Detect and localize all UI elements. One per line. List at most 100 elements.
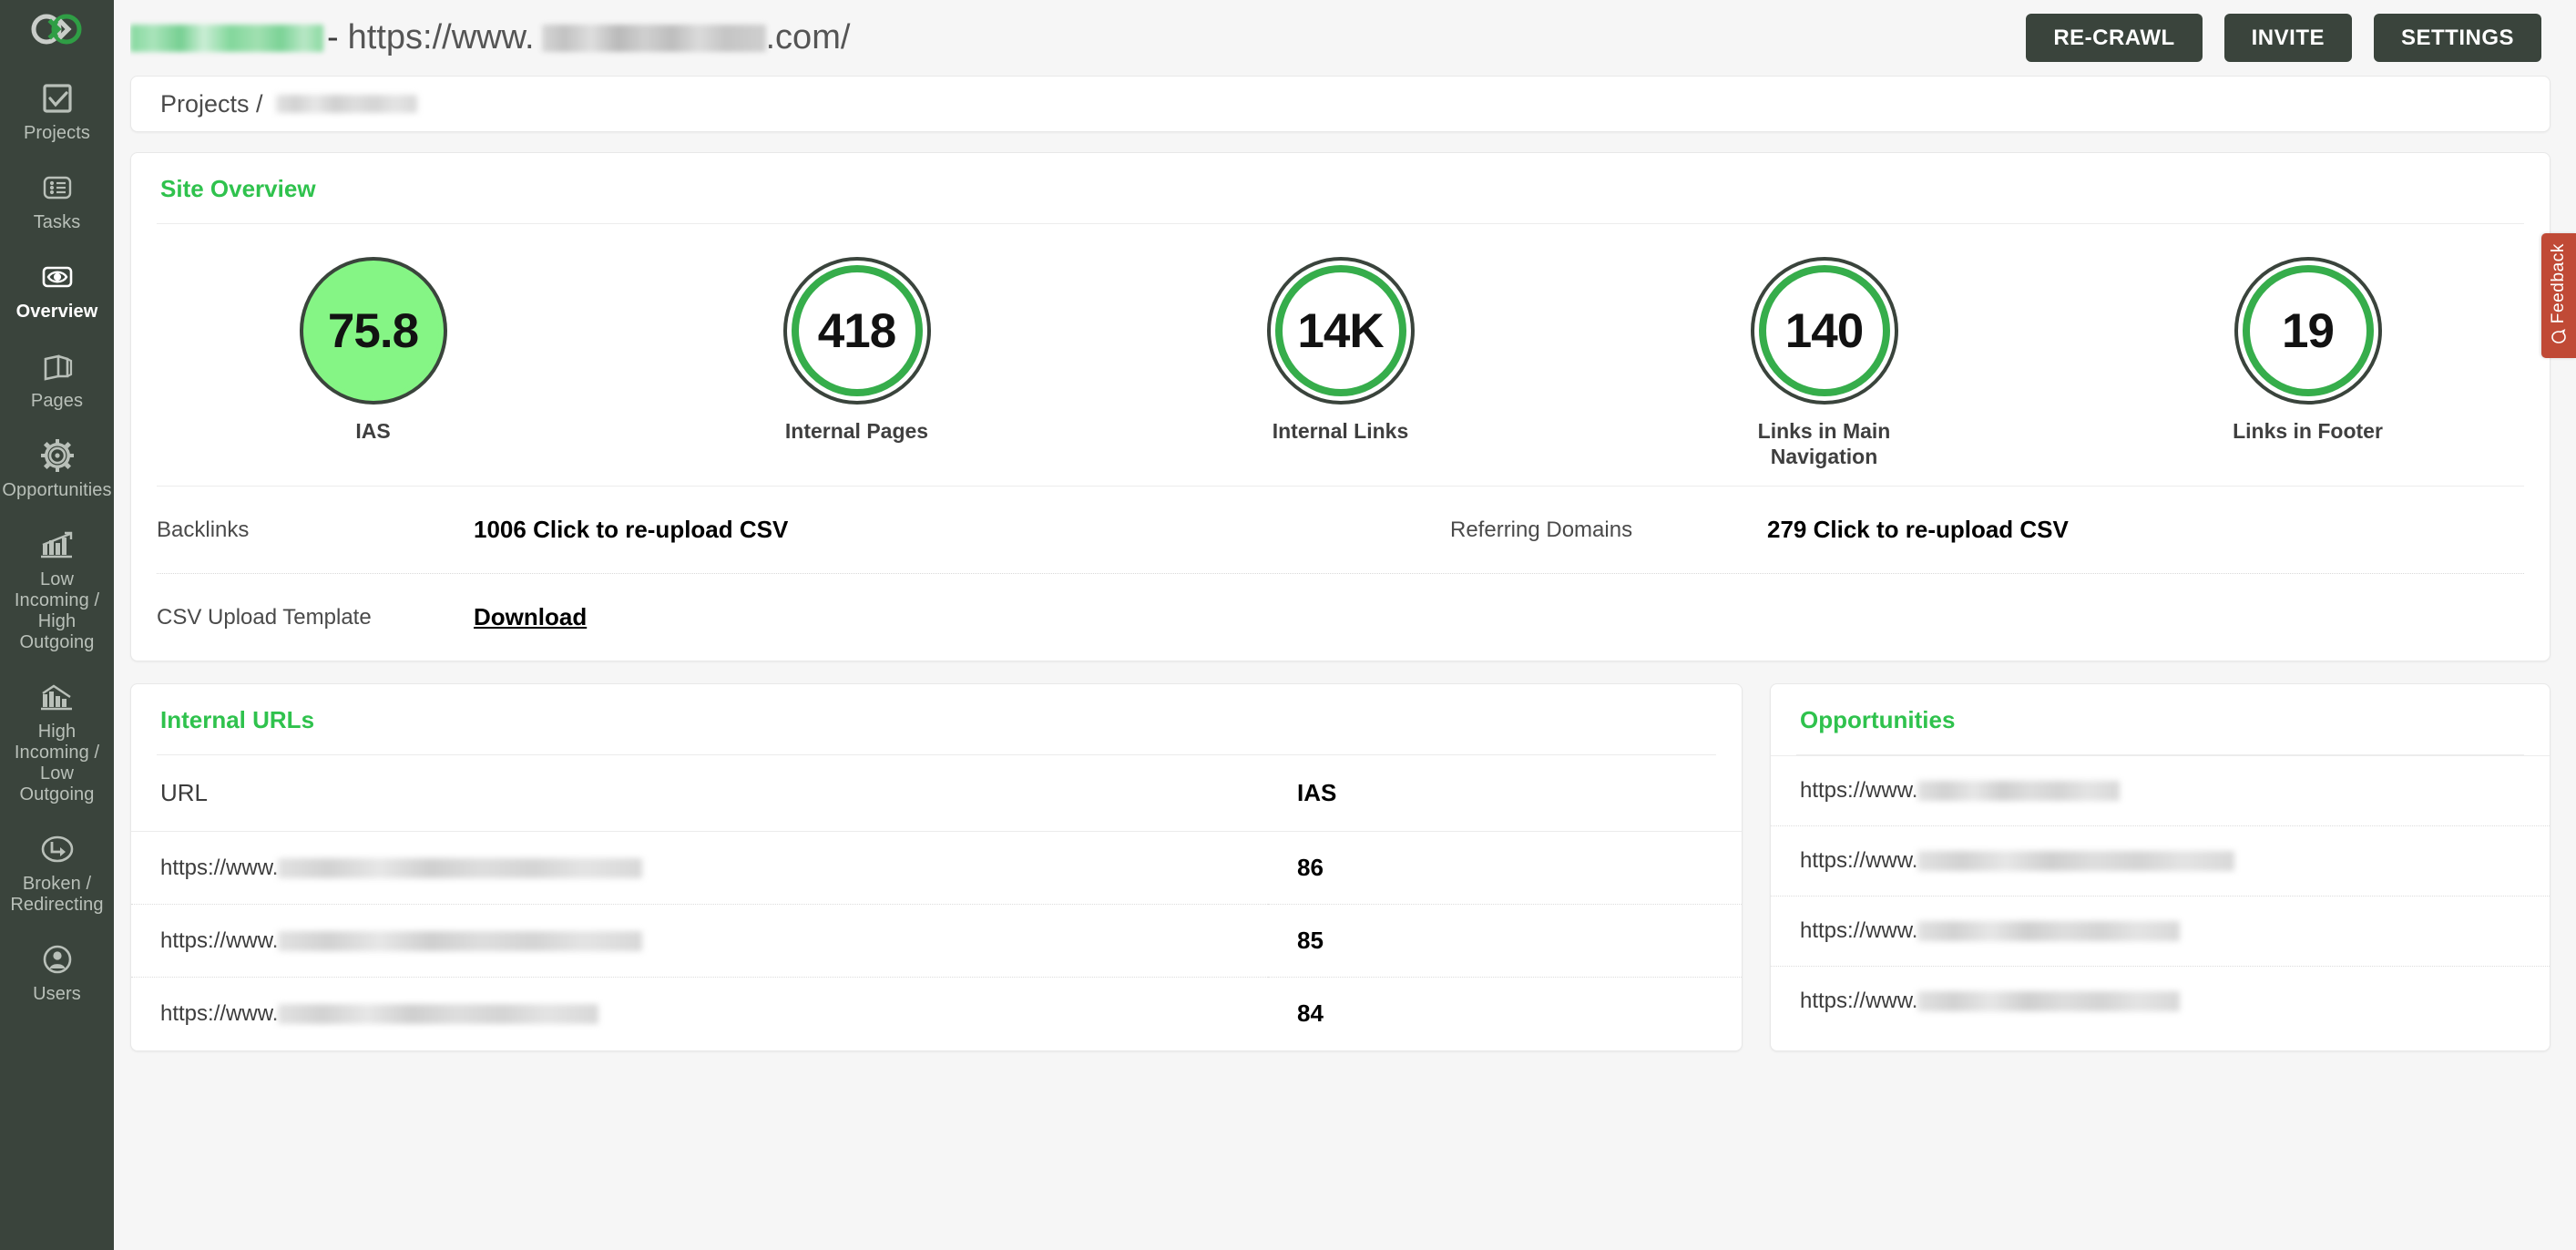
metric-internal-links[interactable]: 14K Internal Links — [1099, 257, 1582, 444]
url-redacted — [1917, 991, 2181, 1011]
sidebar-item-label: Overview — [15, 302, 98, 322]
table-row[interactable]: https://www. 86 — [131, 831, 1742, 905]
list-item[interactable]: https://www. — [1771, 966, 2550, 1036]
sidebar-item-label: Projects — [23, 123, 91, 143]
gauge-circle: 418 — [782, 257, 931, 405]
url-prefix: https://www. — [1800, 848, 1918, 873]
gauge-circle: 14K — [1266, 257, 1415, 405]
gear-icon — [36, 436, 78, 475]
topbar: - https://www. .com/ RE-CRAWL INVITE SET… — [114, 0, 2576, 76]
sidebar-item-label: Users — [33, 984, 81, 1004]
gauge-value: 418 — [817, 303, 896, 358]
url-redacted — [278, 857, 643, 878]
internal-urls-card: Internal URLs URL IAS https://www. 86 ht… — [130, 683, 1743, 1051]
gauge-value: 19 — [2282, 303, 2335, 358]
pages-icon — [36, 347, 78, 385]
url-prefix: https://www. — [160, 855, 279, 880]
opportunities-card: Opportunities https://www. https://www. … — [1770, 683, 2550, 1051]
sidebar-item-label: Low Incoming / High Outgoing — [14, 569, 100, 652]
sidebar-item-opportunities[interactable]: Opportunities — [0, 425, 114, 514]
breadcrumb: Projects / — [130, 76, 2550, 132]
re-crawl-button[interactable]: RE-CRAWL — [2026, 14, 2203, 62]
bar-chart-down-icon — [36, 678, 78, 716]
download-template-link[interactable]: Download — [474, 603, 587, 631]
title-url-prefix: https://www. — [347, 18, 535, 56]
column-header-url[interactable]: URL — [131, 755, 1268, 832]
breadcrumb-current-redacted — [275, 95, 417, 113]
bottom-panels: Internal URLs URL IAS https://www. 86 ht… — [130, 683, 2550, 1051]
feedback-tab[interactable]: Feedback — [2541, 233, 2576, 358]
sidebar-item-high-incoming-low-outgoing[interactable]: High Incoming / Low Outgoing — [0, 666, 114, 818]
gauge-value: 14K — [1297, 303, 1384, 358]
table-row[interactable]: https://www. 85 — [131, 904, 1742, 978]
sidebar-item-projects[interactable]: Projects — [0, 67, 114, 157]
topbar-actions: RE-CRAWL INVITE SETTINGS — [2026, 14, 2541, 62]
row-ias-value: 84 — [1268, 977, 1742, 1050]
internal-urls-title: Internal URLs — [160, 706, 315, 733]
opportunities-title: Opportunities — [1800, 706, 1956, 733]
url-redacted — [1917, 851, 2235, 871]
domain-redacted — [541, 24, 766, 52]
gauge-label: Links in Main Navigation — [1757, 419, 1891, 468]
backlinks-upload-link[interactable]: 1006 Click to re-upload CSV — [474, 516, 1450, 544]
sidebar-item-label: Pages — [30, 391, 84, 411]
title-url-suffix: .com/ — [765, 18, 851, 56]
metric-ias[interactable]: 75.8 IAS — [131, 257, 615, 444]
csv-template-label: CSV Upload Template — [157, 604, 372, 630]
metric-links-in-main-navigation[interactable]: 140 Links in Main Navigation — [1582, 257, 2066, 469]
url-redacted — [1917, 921, 2181, 941]
opportunities-list: https://www. https://www. https://www. h… — [1771, 755, 2550, 1036]
row-ias-value: 85 — [1268, 904, 1742, 978]
checkbox-icon — [36, 79, 78, 118]
sidebar-item-label: Opportunities — [2, 480, 112, 500]
sidebar-item-low-incoming-high-outgoing[interactable]: Low Incoming / High Outgoing — [0, 514, 114, 666]
settings-button[interactable]: SETTINGS — [2373, 14, 2541, 62]
main-area: - https://www. .com/ RE-CRAWL INVITE SET… — [114, 0, 2576, 1250]
column-header-ias[interactable]: IAS — [1268, 755, 1742, 832]
page-title: - https://www. .com/ — [130, 18, 2026, 57]
sidebar-item-overview[interactable]: Overview — [0, 246, 114, 335]
csv-template-row: CSV Upload Template Download — [131, 574, 2550, 661]
interlocking-links-logo-icon — [31, 14, 81, 45]
referring-domains-upload-link[interactable]: 279 Click to re-upload CSV — [1767, 516, 2069, 544]
project-name-redacted — [130, 24, 323, 52]
list-item[interactable]: https://www. — [1771, 825, 2550, 896]
metric-internal-pages[interactable]: 418 Internal Pages — [615, 257, 1099, 444]
sidebar-item-users[interactable]: Users — [0, 928, 114, 1018]
url-redacted — [1917, 781, 2121, 801]
gauge-circle: 19 — [2234, 257, 2382, 405]
sidebar-item-broken-redirecting[interactable]: Broken / Redirecting — [0, 818, 114, 928]
url-prefix: https://www. — [160, 1000, 279, 1026]
sidebar-item-label: High Incoming / Low Outgoing — [14, 722, 100, 804]
gauge-label: IAS — [355, 419, 391, 443]
bar-chart-up-icon — [36, 526, 78, 564]
table-header-row: URL IAS — [131, 755, 1742, 832]
gauge-label: Internal Pages — [784, 419, 929, 443]
user-icon — [36, 940, 78, 978]
gauge-circle: 75.8 — [299, 257, 447, 405]
metric-links-in-footer[interactable]: 19 Links in Footer — [2066, 257, 2550, 444]
url-redacted — [278, 1003, 599, 1024]
gauge-value: 75.8 — [327, 303, 419, 358]
table-row[interactable]: https://www. 84 — [131, 977, 1742, 1050]
internal-urls-table: URL IAS https://www. 86 https://www. 85 … — [131, 755, 1742, 1050]
list-item[interactable]: https://www. — [1771, 896, 2550, 966]
list-item[interactable]: https://www. — [1771, 755, 2550, 825]
sidebar: Projects Tasks Overview Pages Opportunit — [0, 0, 114, 1250]
row-ias-value: 86 — [1268, 831, 1742, 905]
breadcrumb-root[interactable]: Projects / — [160, 90, 263, 118]
sidebar-item-label: Tasks — [33, 212, 81, 232]
sidebar-item-pages[interactable]: Pages — [0, 335, 114, 425]
sidebar-item-tasks[interactable]: Tasks — [0, 157, 114, 246]
backlinks-label: Backlinks — [157, 517, 250, 542]
url-redacted — [278, 930, 643, 951]
speech-bubble-icon — [2550, 323, 2567, 344]
content: Projects / Site Overview 75.8 IAS 418 In… — [114, 76, 2576, 1051]
gauge-label: Links in Footer — [2233, 419, 2383, 443]
sidebar-item-label: Broken / Redirecting — [10, 874, 104, 915]
app-logo[interactable] — [26, 7, 89, 51]
gauge-label: Internal Links — [1272, 419, 1409, 443]
site-overview-card: Site Overview 75.8 IAS 418 Internal Page… — [130, 152, 2550, 661]
url-prefix: https://www. — [160, 927, 279, 953]
invite-button[interactable]: INVITE — [2223, 14, 2352, 62]
